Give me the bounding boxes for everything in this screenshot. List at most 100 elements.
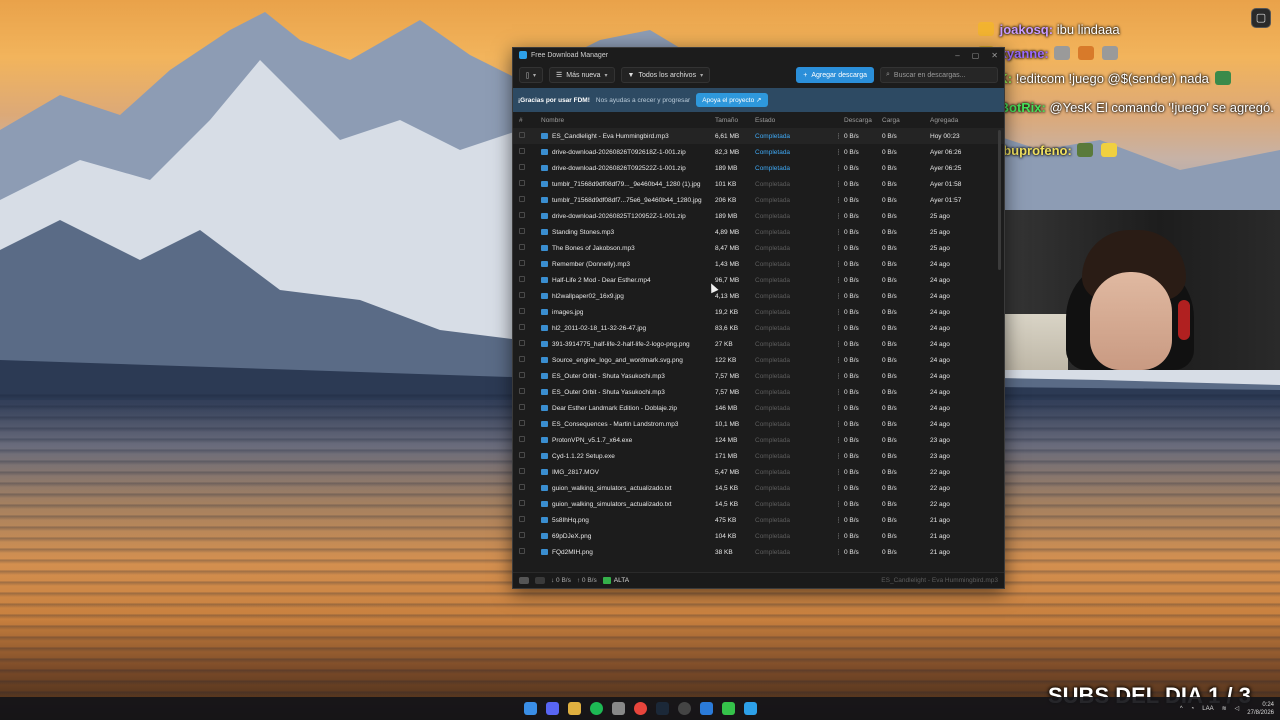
row-checkbox[interactable] — [519, 180, 541, 188]
network-icon[interactable]: ◔ — [1191, 706, 1195, 712]
table-row[interactable]: Half-Life 2 Mod - Dear Esther.mp4 96,7 MB… — [513, 272, 1004, 288]
row-menu-icon[interactable]: ⋮ — [833, 372, 844, 380]
add-download-button[interactable]: + Agregar descarga — [796, 67, 874, 83]
row-checkbox[interactable] — [519, 324, 541, 332]
priority-indicator[interactable]: ALTA — [602, 577, 629, 584]
close-icon[interactable]: ✕ — [991, 51, 998, 60]
row-menu-icon[interactable]: ⋮ — [833, 468, 844, 476]
app-icon[interactable] — [611, 702, 625, 715]
table-row[interactable]: drive-download-20260825T120952Z-1-001.zi… — [513, 208, 1004, 224]
minimize-icon[interactable]: – — [955, 51, 959, 60]
row-menu-icon[interactable]: ⋮ — [833, 196, 844, 204]
col-status[interactable]: Estado — [755, 117, 833, 124]
row-checkbox[interactable] — [519, 212, 541, 220]
row-menu-icon[interactable]: ⋮ — [833, 436, 844, 444]
language-indicator[interactable]: LAA — [1202, 706, 1213, 712]
table-row[interactable]: guion_walking_simulators_actualizado.txt… — [513, 480, 1004, 496]
table-row[interactable]: ProtonVPN_v5.1.7_x64.exe 124 MB Completada… — [513, 432, 1004, 448]
col-download[interactable]: Descarga — [844, 117, 882, 124]
row-menu-icon[interactable]: ⋮ — [833, 180, 844, 188]
row-checkbox[interactable] — [519, 196, 541, 204]
row-menu-icon[interactable]: ⋮ — [833, 340, 844, 348]
row-menu-icon[interactable]: ⋮ — [833, 388, 844, 396]
col-name[interactable]: Nombre — [541, 117, 715, 124]
row-checkbox[interactable] — [519, 244, 541, 252]
row-checkbox[interactable] — [519, 388, 541, 396]
row-menu-icon[interactable]: ⋮ — [833, 532, 844, 540]
table-row[interactable]: ES_Outer Orbit - Shuta Yasukochi.mp3 7,57… — [513, 384, 1004, 400]
row-checkbox[interactable] — [519, 452, 541, 460]
row-menu-icon[interactable]: ⋮ — [833, 212, 844, 220]
table-row[interactable]: hl2_2011-02-18_11-32-26-47.jpg 83,6 KB Com… — [513, 320, 1004, 336]
more-menu-button[interactable]: ☰ Más nueva ▾ — [549, 67, 615, 83]
table-row[interactable]: ES_Outer Orbit - Shuta Yasukochi.mp3 7,57… — [513, 368, 1004, 384]
row-menu-icon[interactable]: ⋮ — [833, 260, 844, 268]
table-row[interactable]: Dear Esther Landmark Edition - Doblaje.z… — [513, 400, 1004, 416]
table-row[interactable]: 69pDJeX.png 104 KB Completada ⋮ 0 B/s 0 B/s 21… — [513, 528, 1004, 544]
table-row[interactable]: 5s8IhHq.png 475 KB Completada ⋮ 0 B/s 0 B/s 21… — [513, 512, 1004, 528]
row-checkbox[interactable] — [519, 548, 541, 556]
window-titlebar[interactable]: Free Download Manager – ▢ ✕ — [513, 48, 1004, 62]
row-checkbox[interactable] — [519, 148, 541, 156]
speed-toggle[interactable] — [519, 577, 529, 584]
row-menu-icon[interactable]: ⋮ — [833, 244, 844, 252]
discord-icon[interactable] — [545, 702, 559, 715]
row-checkbox[interactable] — [519, 356, 541, 364]
table-row[interactable]: tumblr_71568d9df08df7...75e6_9e460b44_12… — [513, 192, 1004, 208]
row-checkbox[interactable] — [519, 276, 541, 284]
start-icon[interactable] — [523, 702, 537, 715]
twitch-tool-icon[interactable] — [721, 702, 735, 715]
table-row[interactable]: tumblr_71568d9df08df79..._9e460b44_1280 … — [513, 176, 1004, 192]
table-row[interactable]: drive-download-20260826T092618Z-1-001.zi… — [513, 144, 1004, 160]
row-menu-icon[interactable]: ⋮ — [833, 452, 844, 460]
row-checkbox[interactable] — [519, 340, 541, 348]
row-menu-icon[interactable]: ⋮ — [833, 228, 844, 236]
row-checkbox[interactable] — [519, 228, 541, 236]
row-checkbox[interactable] — [519, 308, 541, 316]
table-row[interactable]: Remember (Donnelly).mp3 1,43 MB Completada… — [513, 256, 1004, 272]
row-menu-icon[interactable]: ⋮ — [833, 324, 844, 332]
filter-dropdown[interactable]: ▼ Todos los archivos ▾ — [620, 67, 711, 83]
row-checkbox[interactable] — [519, 260, 541, 268]
row-menu-icon[interactable]: ⋮ — [833, 292, 844, 300]
wifi-icon[interactable]: ≋ — [1222, 705, 1227, 712]
row-menu-icon[interactable]: ⋮ — [833, 308, 844, 316]
chrome-icon[interactable] — [633, 702, 647, 715]
row-menu-icon[interactable]: ⋮ — [833, 420, 844, 428]
select-all-checkbox[interactable]: ▾ — [519, 67, 543, 83]
row-menu-icon[interactable]: ⋮ — [833, 276, 844, 284]
fdm-taskbar-icon[interactable] — [743, 702, 757, 715]
row-checkbox[interactable] — [519, 164, 541, 172]
row-menu-icon[interactable]: ⋮ — [833, 484, 844, 492]
row-menu-icon[interactable]: ⋮ — [833, 404, 844, 412]
col-size[interactable]: Tamaño — [715, 117, 755, 124]
row-checkbox[interactable] — [519, 420, 541, 428]
row-checkbox[interactable] — [519, 132, 541, 140]
row-menu-icon[interactable]: ⋮ — [833, 148, 844, 156]
row-checkbox[interactable] — [519, 372, 541, 380]
chevron-up-icon[interactable]: ^ — [1180, 706, 1183, 712]
row-checkbox[interactable] — [519, 436, 541, 444]
table-row[interactable]: guion_walking_simulators_actualizado.txt… — [513, 496, 1004, 512]
row-menu-icon[interactable]: ⋮ — [833, 500, 844, 508]
row-checkbox[interactable] — [519, 484, 541, 492]
scrollbar[interactable] — [998, 130, 1001, 270]
table-row[interactable]: Standing Stones.mp3 4,89 MB Completada ⋮ 0 B… — [513, 224, 1004, 240]
row-checkbox[interactable] — [519, 516, 541, 524]
obs-icon[interactable] — [677, 702, 691, 715]
row-checkbox[interactable] — [519, 292, 541, 300]
row-menu-icon[interactable]: ⋮ — [833, 132, 844, 140]
row-menu-icon[interactable]: ⋮ — [833, 356, 844, 364]
row-checkbox[interactable] — [519, 468, 541, 476]
steam-icon[interactable] — [655, 702, 669, 715]
table-row[interactable]: Source_engine_logo_and_wordmark.svg.png 1… — [513, 352, 1004, 368]
maximize-icon[interactable]: ▢ — [972, 51, 980, 60]
table-row[interactable]: The Bones of Jakobson.mp3 8,47 MB Completa… — [513, 240, 1004, 256]
table-row[interactable]: ES_Consequences - Martin Landstrom.mp3 10… — [513, 416, 1004, 432]
speed-limit-icon[interactable] — [535, 577, 545, 584]
table-row[interactable]: Cyd-1.1.22 Setup.exe 171 MB Completada ⋮ 0 B… — [513, 448, 1004, 464]
row-checkbox[interactable] — [519, 532, 541, 540]
chat-popout-icon[interactable]: ▢ — [1251, 8, 1271, 28]
row-menu-icon[interactable]: ⋮ — [833, 164, 844, 172]
row-checkbox[interactable] — [519, 404, 541, 412]
